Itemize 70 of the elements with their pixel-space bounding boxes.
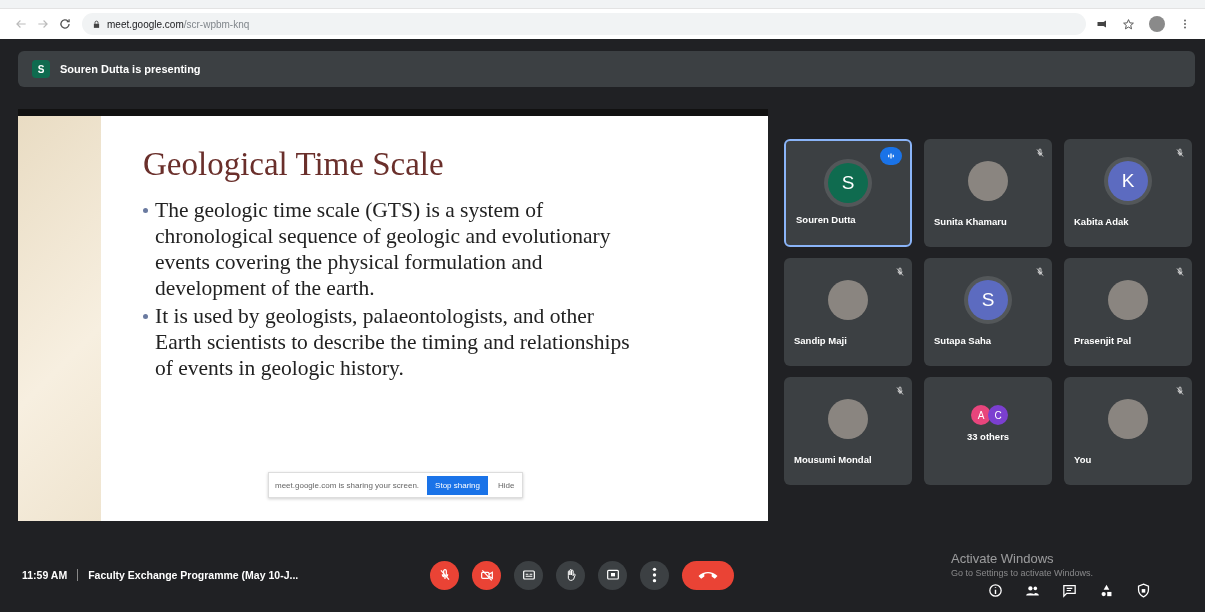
participant-name: Mousumi Mondal <box>794 454 872 465</box>
star-icon[interactable] <box>1122 17 1135 31</box>
avatar-chip: A <box>971 405 991 425</box>
avatar-photo <box>1108 399 1148 439</box>
camera-button[interactable] <box>472 560 501 590</box>
more-icon <box>652 567 657 583</box>
participant-tile[interactable]: Sandip Maji <box>784 258 912 366</box>
mic-off-icon <box>1174 147 1186 159</box>
participant-tile[interactable]: Sunita Khamaru <box>924 139 1052 247</box>
present-screen-icon <box>604 567 621 583</box>
avatar-letter: S <box>968 280 1008 320</box>
participant-tile[interactable]: A C 33 others <box>924 377 1052 485</box>
hide-button[interactable]: Hide <box>496 478 517 492</box>
bullet-text: The geologic time scale (GTS) is a system of chronological sequence of geologic and evolutionary events covering the physical formulation and development of the earth. <box>155 197 612 301</box>
participant-tile[interactable]: Prasenjit Pal <box>1064 258 1192 366</box>
camera-off-icon <box>478 567 495 583</box>
raise-hand-button[interactable] <box>556 560 585 590</box>
participant-name: You <box>1074 454 1092 465</box>
more-options-button[interactable] <box>640 560 669 590</box>
participant-tile[interactable]: S Sutapa Saha <box>924 258 1052 366</box>
lock-icon <box>92 19 101 29</box>
mic-off-icon <box>894 385 906 397</box>
clock-time: 11:59 AM <box>22 569 68 581</box>
avatar-letter: K <box>1108 161 1148 201</box>
avatar-letter: S <box>32 60 50 78</box>
camera-icon[interactable] <box>1096 18 1108 30</box>
microphone-button[interactable] <box>430 560 459 590</box>
mic-off-icon <box>1174 385 1186 397</box>
info-icon[interactable] <box>987 582 1004 599</box>
mic-off-icon <box>1174 266 1186 278</box>
chat-icon[interactable] <box>1061 582 1078 599</box>
mic-off-icon <box>1034 147 1046 159</box>
participant-tile[interactable]: Mousumi Mondal <box>784 377 912 485</box>
phone-icon <box>698 570 718 580</box>
meeting-title: Faculty Exchange Programme (May 10-J... <box>88 569 299 581</box>
captions-button[interactable] <box>514 560 543 590</box>
profile-avatar[interactable] <box>1149 16 1165 32</box>
present-button[interactable] <box>598 560 627 590</box>
address-bar[interactable]: meet.google.com/scr-wpbm-knq <box>82 13 1086 35</box>
participant-tile[interactable]: K Kabita Adak <box>1064 139 1192 247</box>
participant-tile[interactable]: You <box>1064 377 1192 485</box>
avatar-letter: S <box>828 163 868 203</box>
participant-name: Sutapa Saha <box>934 335 992 346</box>
mic-off-icon <box>894 266 906 278</box>
leave-call-button[interactable] <box>682 560 734 590</box>
avatar-photo <box>1108 280 1148 320</box>
participant-name: 33 others <box>966 431 1010 442</box>
stop-sharing-button[interactable]: Stop sharing <box>427 475 488 495</box>
bullet-text: It is used by geologists, palaeontologists, and other Earth scientists to describe the timing and relationships of events in geologic history. <box>155 303 631 381</box>
participant-name: Sunita Khamaru <box>934 216 1007 227</box>
participant-name: Kabita Adak <box>1074 216 1129 227</box>
presenting-text: Souren Dutta is presenting <box>60 63 201 75</box>
participant-name: Sandip Maji <box>794 335 847 346</box>
avatar-chip: C <box>988 405 1008 425</box>
avatar-photo <box>828 399 868 439</box>
sharing-message: meet.google.com is sharing your screen. <box>275 480 420 490</box>
bullet-icon <box>143 314 148 319</box>
bullet-icon <box>143 208 148 213</box>
participant-name: Souren Dutta <box>796 214 856 225</box>
participant-tile[interactable]: S Souren Dutta <box>784 139 912 247</box>
slide-title: Geological Time Scale <box>143 146 445 183</box>
captions-icon <box>520 567 537 583</box>
activation-notice-text: Go to Settings to activate Windows. <box>951 568 1094 578</box>
mic-off-icon <box>1034 266 1046 278</box>
avatar-photo <box>968 161 1008 201</box>
activation-notice-title: Activate Windows <box>951 551 1054 566</box>
participant-name: Prasenjit Pal <box>1074 335 1132 346</box>
avatar-photo <box>828 280 868 320</box>
shield-icon[interactable] <box>1135 582 1152 599</box>
reload-icon[interactable] <box>58 17 72 31</box>
